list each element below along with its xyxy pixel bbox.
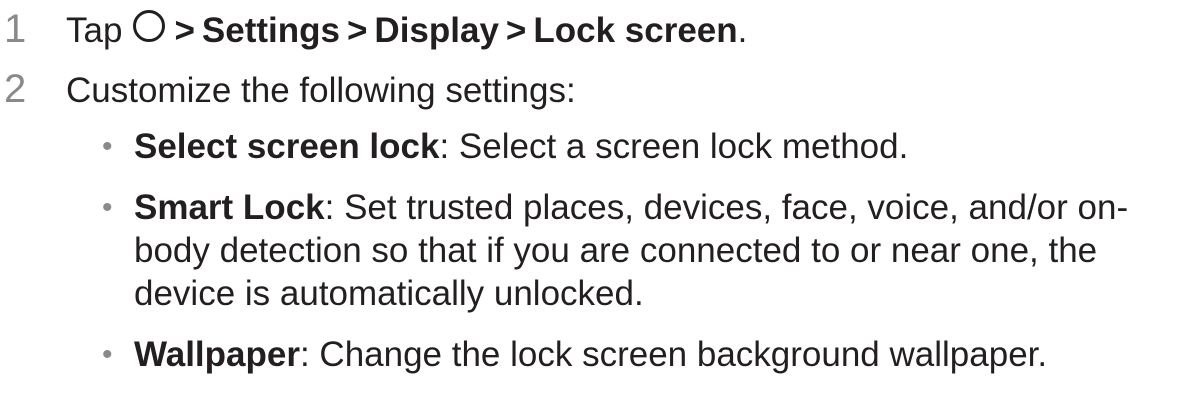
tap-label: Tap [66,11,123,50]
setting-term: Smart Lock [134,188,325,227]
step-number: 2 [4,67,27,111]
list-item: • Wallpaper: Change the lock screen back… [96,333,1186,376]
setting-description: : Select a screen lock method. [439,127,909,166]
path-separator: > [346,11,368,50]
bullet-icon: • [102,191,113,224]
step-text: Customize the following settings: [66,71,576,110]
home-button-icon [133,10,166,42]
path-separator: > [174,11,195,50]
list-item: • Select screen lock: Select a screen lo… [96,125,1186,168]
setting-term: Select screen lock [134,127,440,166]
bullet-icon: • [102,130,113,163]
path-display: Display [374,11,499,50]
step-number: 1 [4,7,27,51]
manual-page: 1 Tap > Settings > Display > Lock screen… [0,0,1192,418]
end-punctuation: . [737,11,748,50]
setting-term: Wallpaper [134,335,300,374]
path-settings: Settings [201,11,340,50]
list-item: • Smart Lock: Set trusted places, device… [96,186,1186,315]
path-separator: > [505,11,527,50]
settings-list: • Select screen lock: Select a screen lo… [96,125,1186,394]
path-lock-screen: Lock screen [533,11,738,50]
step-2: 2 Customize the following settings: [0,66,576,114]
bullet-icon: • [102,338,113,371]
step-1: 1 Tap > Settings > Display > Lock screen… [0,6,747,54]
setting-description: : Change the lock screen background wall… [299,335,1048,374]
